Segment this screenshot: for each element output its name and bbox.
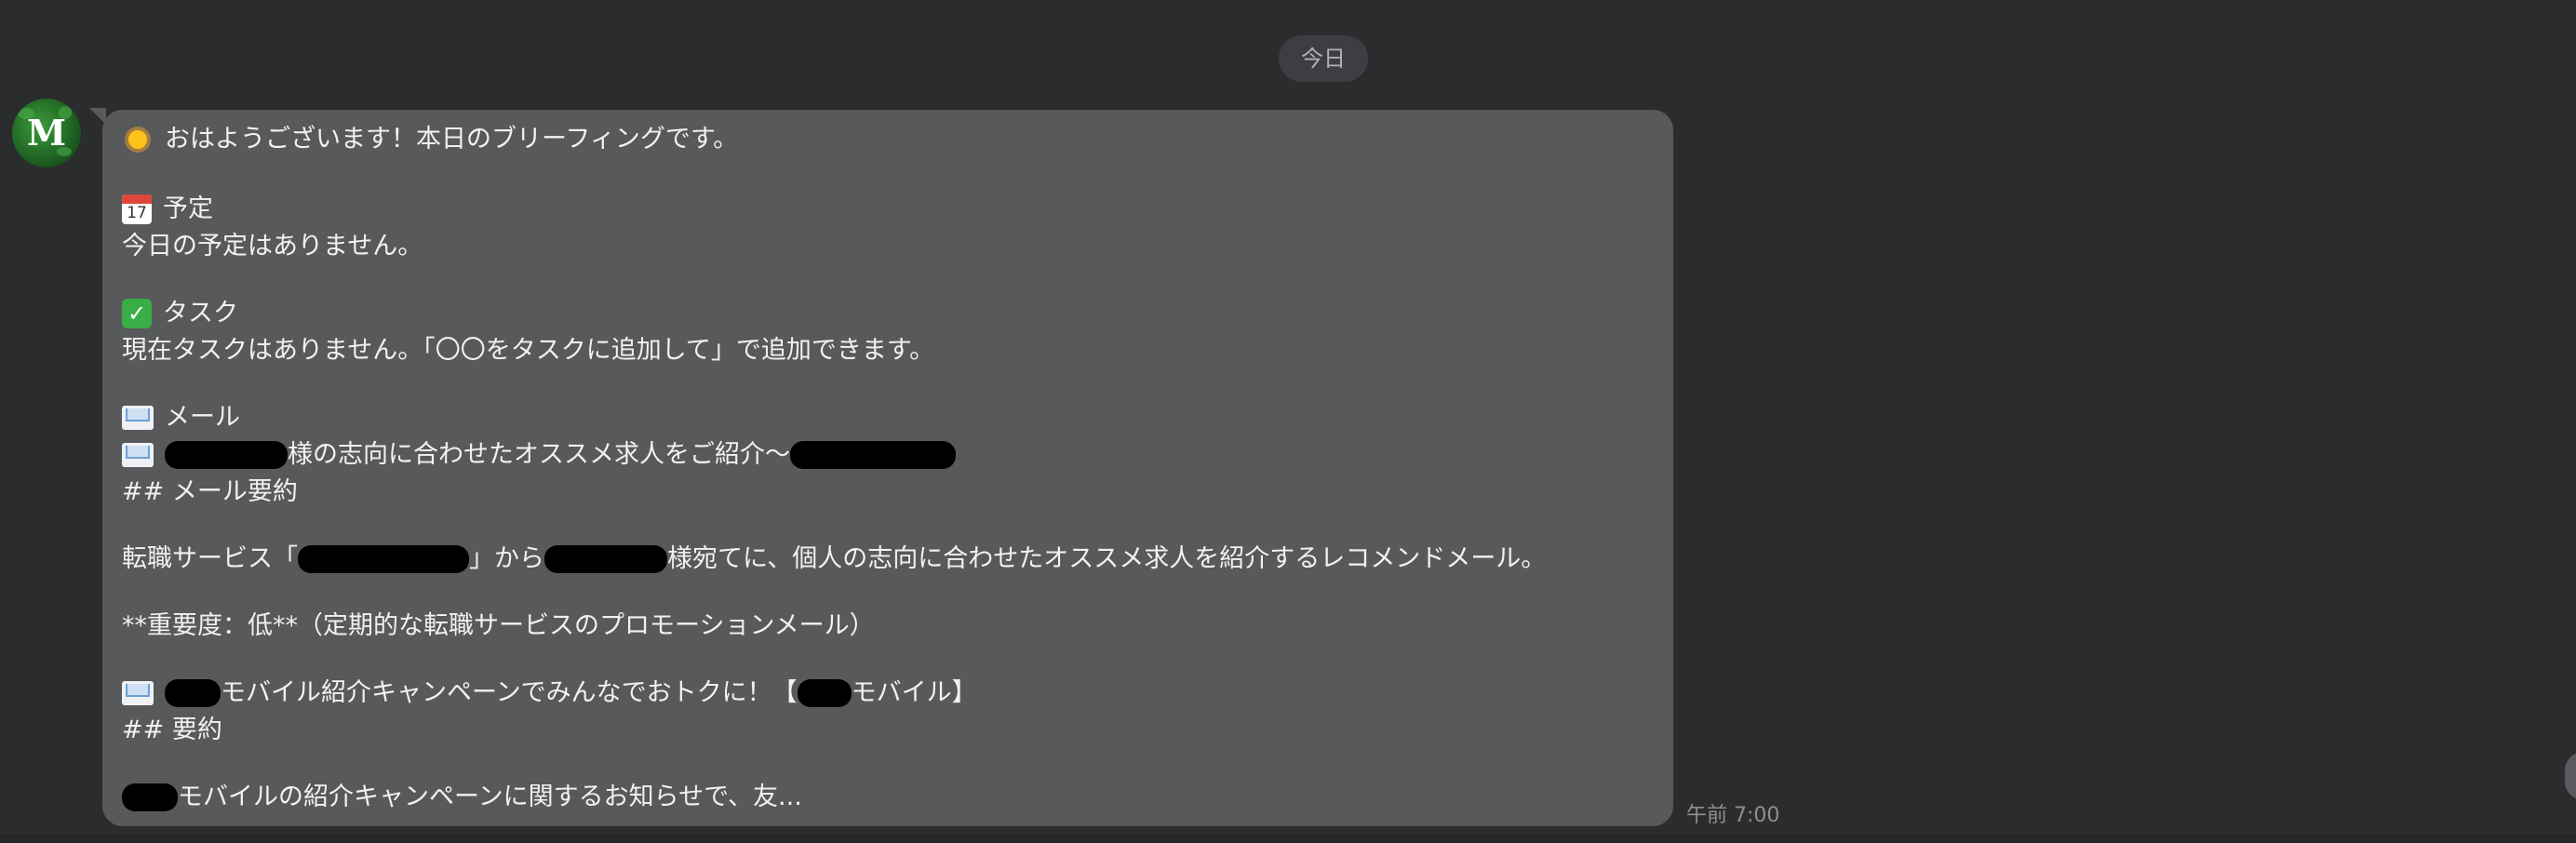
mail-item-1-summary-heading: ## メール要約	[122, 474, 1653, 511]
avatar-letter: M	[26, 112, 67, 154]
mail-icon	[122, 443, 154, 467]
greeting-text: おはようございます！本日のブリーフィングです。	[165, 125, 739, 154]
schedule-body-text: 今日の予定はありません。	[122, 232, 423, 261]
mail-item-1-importance: **重要度：低**（定期的な転職サービスのプロモーションメール）	[122, 608, 1653, 645]
schedule-heading: 予定	[163, 194, 213, 223]
mail-item-2-subject-text: モバイル紹介キャンペーンでみんなでおトクに！【	[221, 678, 798, 707]
redacted-block	[165, 441, 288, 469]
mail-item-1-summary: 転職サービス「 」から 様宛てに、個人の志向に合わせたオススメ求人を紹介するレコ…	[122, 541, 1653, 578]
mail-item-1-summary-mid2: 様宛てに、個人の志向に合わせたオススメ求人を紹介するレコメンドメール。	[667, 544, 1547, 573]
mail-item-2-summary-heading-text: ## 要約	[122, 716, 222, 744]
message-timestamp: 午前 7:00	[1686, 804, 1780, 827]
mail-item-1-summary-prefix: 転職サービス「	[122, 544, 298, 573]
mail-item-1-importance-text: **重要度：低**（定期的な転職サービスのプロモーションメール）	[122, 611, 875, 640]
mail-item-2-subject: モバイル紹介キャンペーンでみんなでおトクに！【 モバイル】	[122, 675, 1653, 712]
redacted-block	[797, 679, 852, 707]
greeting-line: おはようございます！本日のブリーフィングです。	[122, 121, 1653, 158]
mail-item-2-summary: モバイルの紹介キャンペーンに関するお知らせで、友...	[122, 779, 1653, 816]
composer-edge	[0, 834, 2576, 843]
mail-icon	[122, 406, 154, 430]
mail-heading-line: メール	[122, 399, 1653, 436]
redacted-block	[122, 783, 178, 811]
tasks-heading-line: ✓ タスク	[122, 295, 1653, 332]
check-icon: ✓	[122, 299, 152, 328]
mail-item-2-summary-heading: ## 要約	[122, 712, 1653, 749]
calendar-icon: 17	[122, 194, 152, 224]
mail-item-1-summary-mid1: 」から	[469, 544, 544, 573]
schedule-body: 今日の予定はありません。	[122, 228, 1653, 265]
mail-item-1-subject: 様の志向に合わせたオススメ求人をご紹介〜	[122, 436, 1653, 474]
redacted-block	[544, 545, 667, 573]
schedule-heading-line: 17 予定	[122, 191, 1653, 228]
mail-item-2-summary-text: モバイルの紹介キャンペーンに関するお知らせで、友...	[178, 783, 802, 811]
mail-icon	[122, 681, 154, 705]
mail-item-1-subject-text: 様の志向に合わせたオススメ求人をご紹介〜	[288, 440, 790, 469]
message-bubble[interactable]: おはようございます！本日のブリーフィングです。 17 予定 今日の予定はありませ…	[102, 110, 1673, 826]
redacted-block	[790, 441, 956, 469]
date-divider: 今日	[1279, 35, 1368, 82]
avatar[interactable]: M	[12, 99, 81, 167]
sun-icon	[122, 124, 154, 155]
mail-item-2-subject-end: モバイル】	[851, 678, 977, 707]
scroll-to-bottom-button[interactable]	[2565, 752, 2576, 800]
mail-item-1-summary-heading-text: ## メール要約	[122, 477, 298, 506]
chat-area: 今日 M おはようございます！本日のブリーフィングです。 17 予定 今日の予定…	[0, 0, 2576, 843]
tasks-heading: タスク	[163, 299, 238, 328]
mail-heading: メール	[165, 403, 240, 432]
redacted-block	[298, 545, 469, 573]
redacted-block	[165, 679, 221, 707]
tasks-body-text: 現在タスクはありません。「〇〇をタスクに追加して」で追加できます。	[122, 336, 935, 365]
tasks-body: 現在タスクはありません。「〇〇をタスクに追加して」で追加できます。	[122, 332, 1653, 369]
